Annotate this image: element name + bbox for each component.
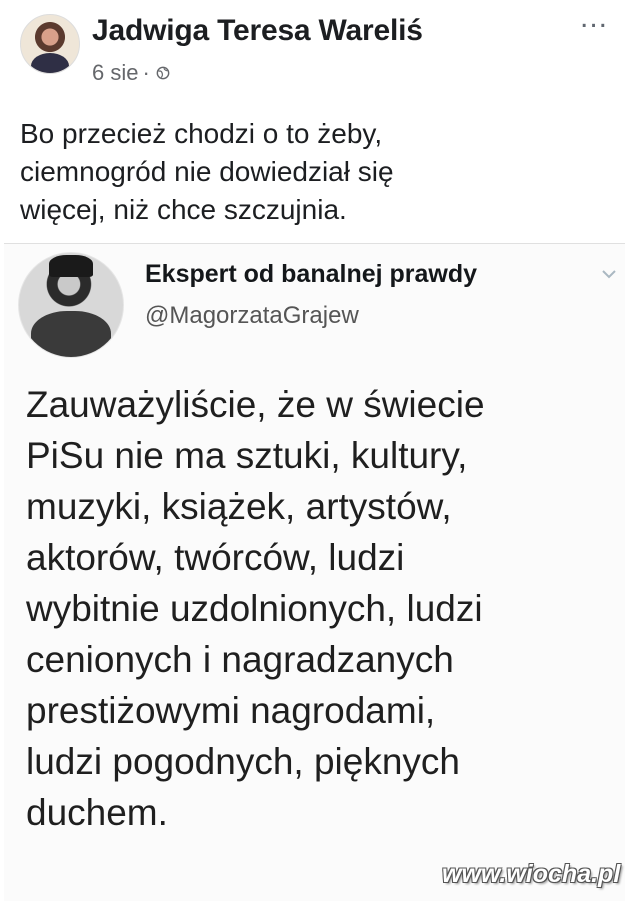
globe-icon [156, 66, 170, 80]
post-text: Bo przecież chodzi o to żeby, ciemnogród… [20, 115, 610, 229]
tweet-text-line: duchem. [26, 792, 168, 833]
facebook-post: Jadwiga Teresa Wareliś 6 sie · ... Bo pr… [0, 0, 625, 240]
tweet-text-line: ludzi pogodnych, pięknych [26, 741, 461, 782]
author-name[interactable]: Jadwiga Teresa Wareliś [92, 14, 423, 48]
embedded-tweet: Ekspert od banalnej prawdy @MagorzataGra… [4, 243, 625, 901]
post-text-line: Bo przecież chodzi o to żeby, [20, 118, 383, 149]
tweet-text: Zauważyliście, że w świecie PiSu nie ma … [26, 379, 616, 838]
tweet-text-line: PiSu nie ma sztuki, kultury, [26, 435, 468, 476]
post-meta: 6 sie · [92, 60, 170, 86]
tweet-author-avatar[interactable] [18, 252, 124, 358]
tweet-author-name[interactable]: Ekspert od banalnej prawdy [145, 260, 477, 289]
post-text-line: więcej, niż chce szczujnia. [20, 194, 347, 225]
tweet-text-line: aktorów, twórców, ludzi [26, 537, 405, 578]
tweet-text-line: prestiżowymi nagrodami, [26, 690, 436, 731]
post-text-line: ciemnogród nie dowiedział się [20, 156, 394, 187]
watermark: www.wiocha.pl [442, 860, 621, 888]
tweet-text-line: wybitnie uzdolnionych, ludzi [26, 588, 483, 629]
post-time[interactable]: 6 sie [92, 60, 138, 86]
more-options-icon[interactable]: ... [580, 3, 608, 33]
author-avatar[interactable] [20, 14, 80, 74]
tweet-author-handle[interactable]: @MagorzataGrajew [145, 302, 359, 330]
tweet-text-line: cenionych i nagradzanych [26, 639, 454, 680]
meta-separator: · [142, 60, 150, 85]
chevron-down-icon[interactable] [601, 268, 617, 280]
tweet-text-line: muzyki, książek, artystów, [26, 486, 452, 527]
tweet-text-line: Zauważyliście, że w świecie [26, 384, 485, 425]
